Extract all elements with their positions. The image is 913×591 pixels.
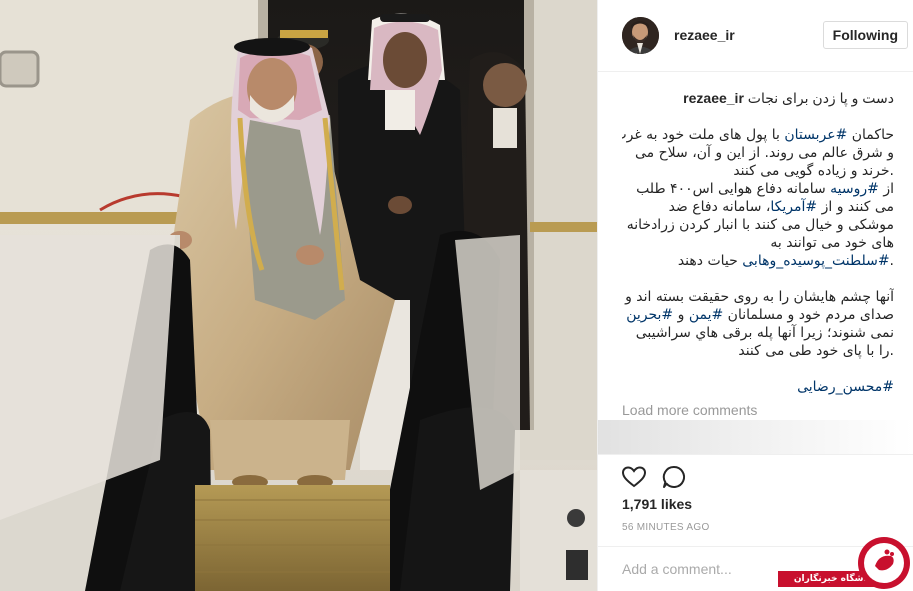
post-photo[interactable] [0,0,597,591]
caption-line: موشکی و خیال می کنند با انبار کردن زرادخ… [626,217,894,233]
avatar[interactable] [622,17,659,54]
caption-line: آنها چشم هایشان را به روی حقیقت بسته اند… [625,289,894,305]
heart-icon[interactable] [620,463,648,491]
hashtag-link[interactable]: #روسیه [830,181,879,197]
action-bar [598,454,913,488]
hashtag-link[interactable]: #یمن [689,307,723,323]
caption-paragraph-3: آنها چشم هایشان را به روی حقیقت بسته اند… [622,288,894,360]
hashtag-link[interactable]: #بحرین [626,307,673,323]
caption-area: دست و پا زدن برای نجات rezaee_ir حاکمان … [622,82,894,426]
hashtag-link[interactable]: #آمریکا [770,199,817,215]
blurred-comment [598,420,913,454]
avatar-image [622,17,659,54]
caption-line: صدای مردم خود و مسلمانان #یمن و #بحرین ر… [626,307,894,323]
caption-signature: #محسن_رضایی [622,378,894,396]
caption-line: .#سلطنت_پوسیده_وهابی حیات دهند [677,253,894,269]
caption-header: دست و پا زدن برای نجات rezaee_ir [622,88,894,108]
likes-count[interactable]: 1,791 likes [622,496,692,512]
caption-line: نمی شنوند؛ زیرا آنها پله برقی هاي سراشیب… [635,325,894,341]
caption-paragraph-2: از #روسیه سامانه دفاع هوایی اس۴۰۰ طلب می… [622,180,894,270]
photo-image [0,0,597,591]
caption-line: حاکمان #عربستان با پول های ملت خود به غر… [622,127,894,143]
caption-username[interactable]: rezaee_ir [683,90,744,106]
caption-line: .را با پای خود طی می کنند [738,343,894,359]
hashtag-link[interactable]: #عربستان [784,127,847,143]
caption-title: دست و پا زدن برای نجات [747,90,894,106]
post-header: rezaee_ir Following [598,0,913,72]
caption-paragraph-1: حاکمان #عربستان با پول های ملت خود به غر… [622,126,894,180]
post-timestamp[interactable]: 56 MINUTES AGO [622,522,710,533]
post-sidebar: rezaee_ir Following دست و پا زدن برای نج… [597,0,913,591]
caption-line: می کنند و از #آمریکا، سامانه دفاع ضد [668,199,894,215]
watermark: باشگاه خبرنگاران [778,536,913,591]
caption-line: های خود می توانند به [770,235,894,251]
speech-bubble-icon[interactable] [660,463,688,491]
caption-line: .خرند و زیاده گویی می کنند [733,163,894,179]
hashtag-link[interactable]: #سلطنت_پوسیده_وهابی [742,253,889,269]
load-more-comments-link[interactable]: Load more comments [622,402,894,418]
signature-hashtag[interactable]: #محسن_رضایی [622,378,894,396]
following-button[interactable]: Following [822,21,908,49]
post-username[interactable]: rezaee_ir [674,27,735,43]
caption-line: و شرق عالم می روند. از این و آن، سلاح می [635,145,894,161]
caption-line: از #روسیه سامانه دفاع هوایی اس۴۰۰ طلب [636,181,894,197]
watermark-logo-icon [858,537,910,589]
